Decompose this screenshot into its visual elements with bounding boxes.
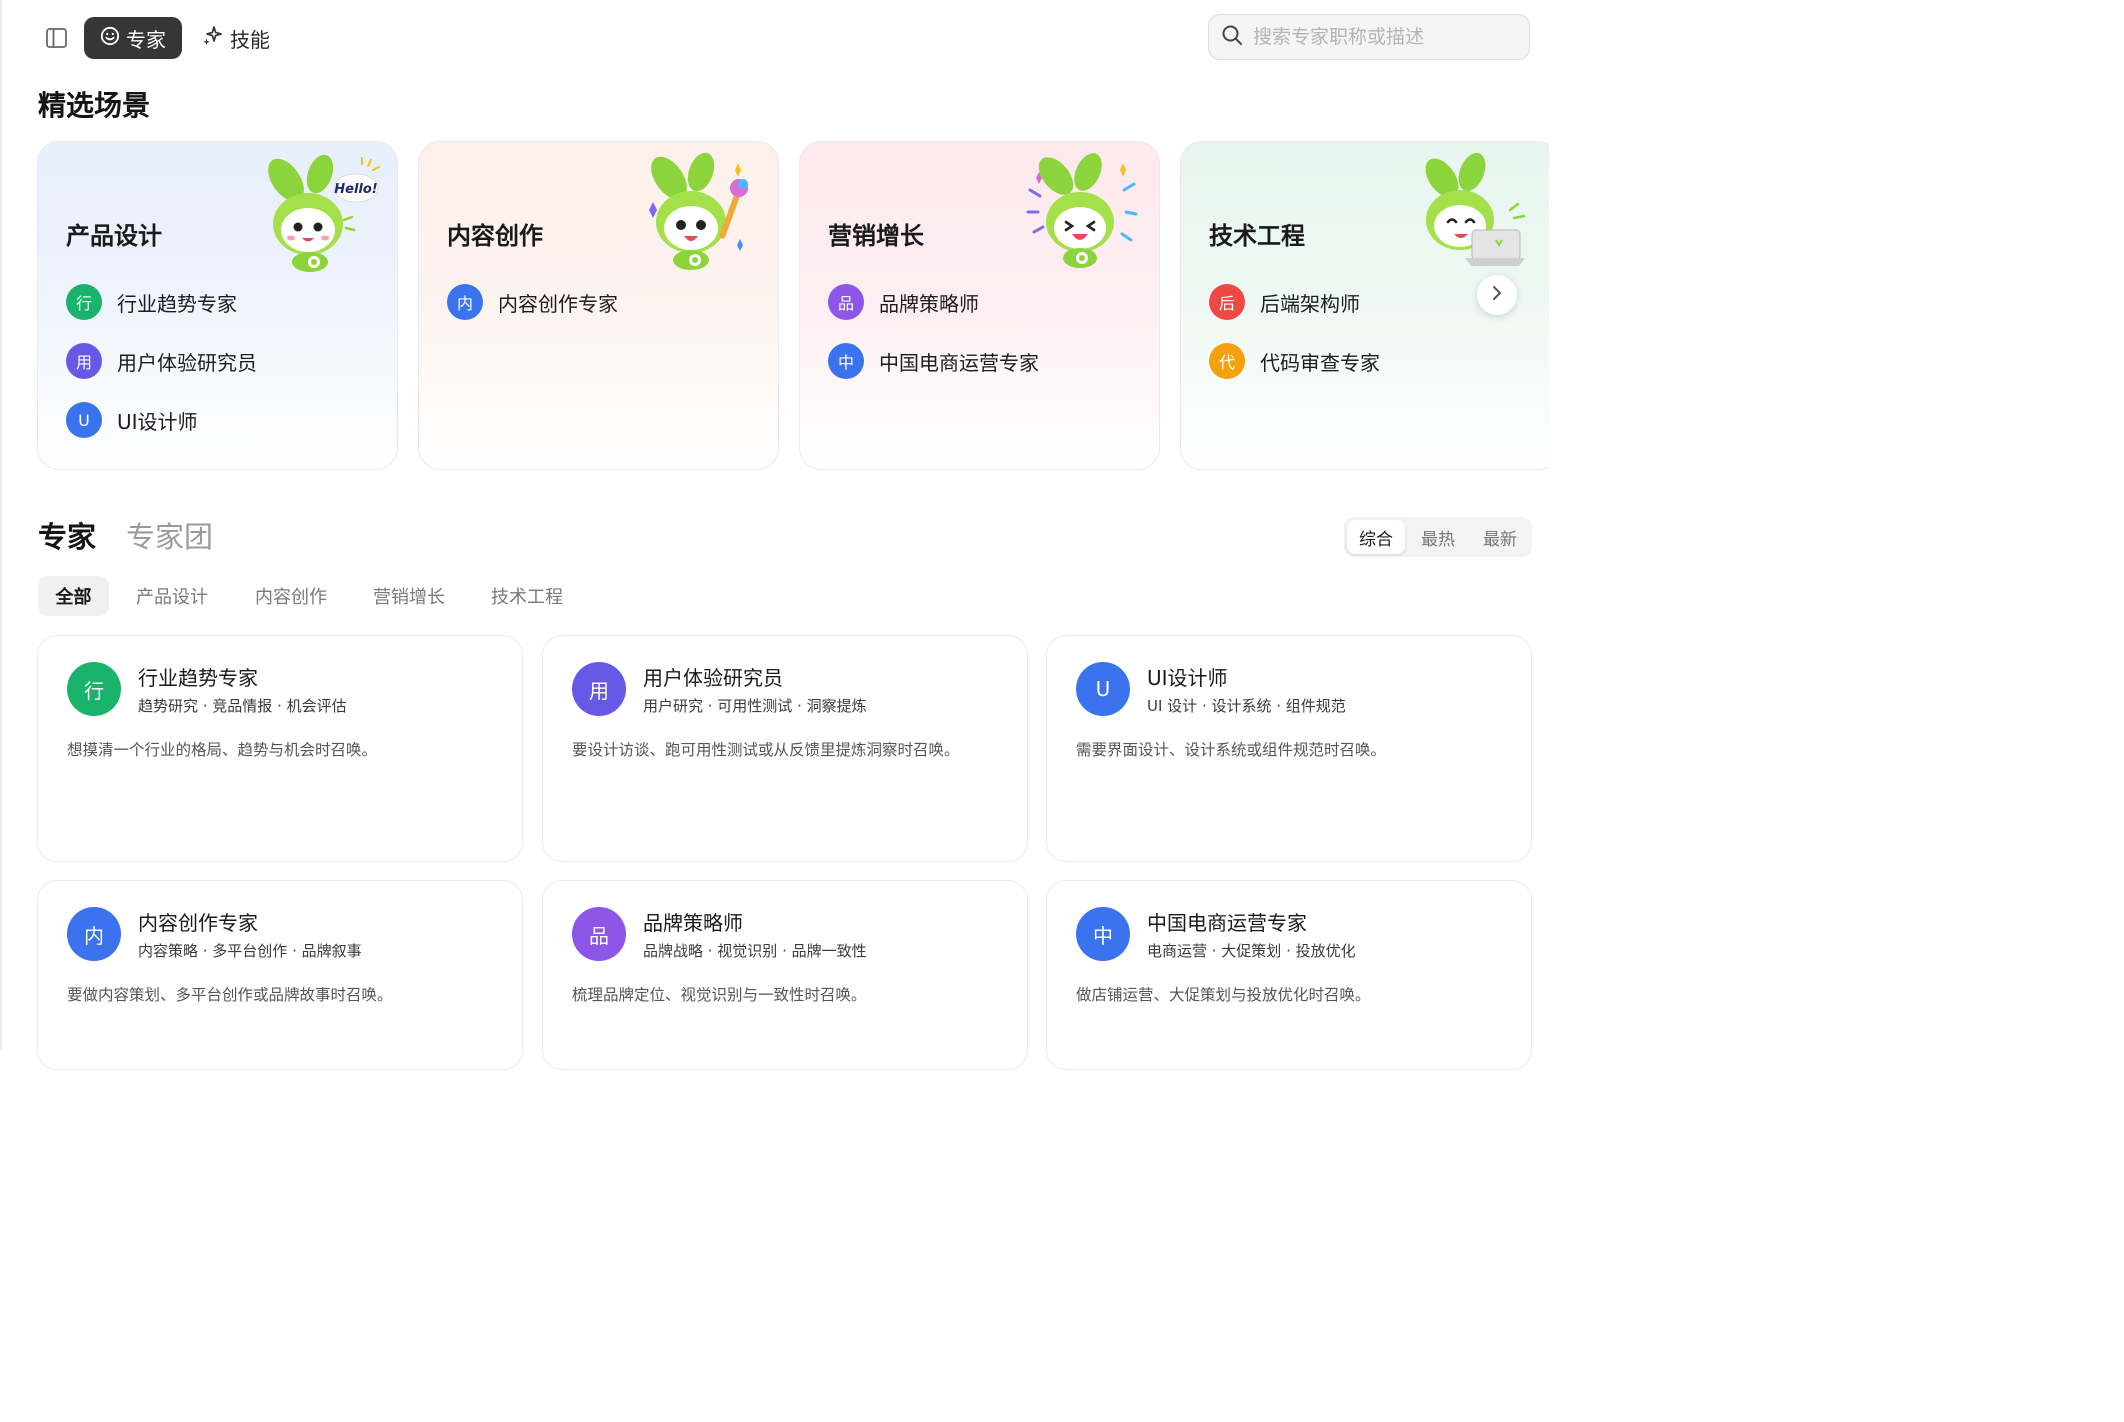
chevron-right-icon (1490, 285, 1504, 305)
tab-experts-label: 专家 (126, 27, 166, 52)
mascot-painter-illustration (649, 152, 748, 270)
sort-segmented-control: 综合 最热 最新 (1344, 517, 1532, 557)
sort-newest[interactable]: 最新 (1471, 520, 1529, 554)
avatar: U (1076, 662, 1130, 716)
avatar: 品 (828, 284, 864, 320)
featured-item-label: 后端架构师 (1260, 291, 1360, 316)
expert-name: 行业趋势专家 (138, 666, 258, 690)
expert-card-industry-trend[interactable]: 行 行业趋势专家 趋势研究 · 竞品情报 · 机会评估 想摸清一个行业的格局、趋… (37, 635, 523, 862)
expert-tags: 品牌战略 · 视觉识别 · 品牌一致性 (643, 942, 867, 960)
filter-content-creation[interactable]: 内容创作 (243, 576, 339, 616)
expert-tags: 电商运营 · 大促策划 · 投放优化 (1147, 942, 1356, 960)
expert-tags: 趋势研究 · 竞品情报 · 机会评估 (138, 697, 347, 715)
filter-tech-engineering[interactable]: 技术工程 (479, 576, 575, 616)
featured-item-backend-architect[interactable]: 后 后端架构师 (1209, 284, 1360, 320)
featured-item-code-reviewer[interactable]: 代 代码审查专家 (1209, 343, 1380, 379)
expert-name: 内容创作专家 (138, 911, 258, 935)
featured-card-content-creation[interactable]: 内容创作 内 内容创作专家 (418, 141, 779, 470)
featured-item-label: 行业趋势专家 (117, 291, 237, 316)
expert-name: 品牌策略师 (643, 911, 743, 935)
expert-tags: 用户研究 · 可用性测试 · 洞察提炼 (643, 697, 867, 715)
featured-item-label: UI设计师 (117, 409, 198, 434)
expert-name: 中国电商运营专家 (1147, 911, 1307, 935)
featured-item-ux-researcher[interactable]: 用 用户体验研究员 (66, 343, 257, 379)
tab-experts-list[interactable]: 专家 (38, 514, 96, 556)
avatar: U (66, 402, 102, 438)
expert-name: 用户体验研究员 (643, 666, 783, 690)
tab-skills[interactable]: 技能 (202, 17, 270, 59)
mascot-cheer-illustration (1026, 153, 1138, 268)
expert-description: 梳理品牌定位、视觉识别与一致性时召唤。 (572, 986, 867, 1004)
avatar: 中 (828, 343, 864, 379)
sidebar-toggle-icon[interactable] (44, 26, 70, 50)
avatar: 行 (67, 662, 121, 716)
filter-marketing-growth[interactable]: 营销增长 (361, 576, 457, 616)
filter-product-design[interactable]: 产品设计 (124, 576, 220, 616)
featured-card-title: 技术工程 (1209, 222, 1305, 250)
expert-name: UI设计师 (1147, 666, 1228, 690)
mascot-laptop-illustration (1425, 152, 1526, 266)
expert-card-ui-designer[interactable]: U UI设计师 UI 设计 · 设计系统 · 组件规范 需要界面设计、设计系统或… (1046, 635, 1532, 862)
expert-card-brand-strategist[interactable]: 品 品牌策略师 品牌战略 · 视觉识别 · 品牌一致性 梳理品牌定位、视觉识别与… (542, 880, 1028, 1070)
featured-item-ecommerce-operator[interactable]: 中 中国电商运营专家 (828, 343, 1039, 379)
featured-card-title: 内容创作 (447, 222, 543, 250)
featured-card-marketing-growth[interactable]: 营销增长 品 品牌策略师 中 中国电商运营专家 (799, 141, 1160, 470)
tab-skills-label: 技能 (230, 27, 270, 52)
expert-description: 需要界面设计、设计系统或组件规范时召唤。 (1076, 741, 1387, 759)
featured-item-brand-strategist[interactable]: 品 品牌策略师 (828, 284, 979, 320)
expert-description: 做店铺运营、大促策划与投放优化时召唤。 (1076, 986, 1371, 1004)
featured-item-label: 品牌策略师 (879, 291, 979, 316)
smiley-icon (100, 26, 120, 51)
search-input[interactable] (1251, 25, 1515, 49)
avatar: 品 (572, 907, 626, 961)
avatar: 内 (447, 284, 483, 320)
featured-item-label: 代码审查专家 (1260, 350, 1380, 375)
mascot-bubble-text: Hello! (334, 182, 378, 197)
avatar: 中 (1076, 907, 1130, 961)
avatar: 行 (66, 284, 102, 320)
avatar: 内 (67, 907, 121, 961)
featured-section-title: 精选场景 (38, 89, 151, 122)
search-icon (1221, 24, 1243, 50)
expert-tags: UI 设计 · 设计系统 · 组件规范 (1147, 697, 1346, 715)
tab-experts[interactable]: 专家 (84, 17, 182, 59)
featured-item-ui-designer[interactable]: U UI设计师 (66, 402, 198, 438)
mascot-hello-illustration: Hello! (268, 154, 380, 272)
top-bar: 专家 技能 (0, 0, 1549, 76)
expert-tags: 内容策略 · 多平台创作 · 品牌叙事 (138, 942, 362, 960)
featured-card-title: 产品设计 (66, 222, 162, 250)
avatar: 后 (1209, 284, 1245, 320)
expert-description: 要做内容策划、多平台创作或品牌故事时召唤。 (67, 986, 393, 1004)
featured-card-product-design[interactable]: 产品设计 Hello! 行 行业趋势专家 用 用户体验研究员 U UI设计师 (37, 141, 398, 470)
carousel-next-button[interactable] (1477, 275, 1517, 315)
expert-description: 想摸清一个行业的格局、趋势与机会时召唤。 (67, 741, 378, 759)
avatar: 代 (1209, 343, 1245, 379)
expert-card-ux-researcher[interactable]: 用 用户体验研究员 用户研究 · 可用性测试 · 洞察提炼 要设计访谈、跑可用性… (542, 635, 1028, 862)
featured-item-label: 中国电商运营专家 (879, 350, 1039, 375)
avatar: 用 (66, 343, 102, 379)
sort-comprehensive[interactable]: 综合 (1347, 520, 1405, 554)
expert-card-content-creator[interactable]: 内 内容创作专家 内容策略 · 多平台创作 · 品牌叙事 要做内容策划、多平台创… (37, 880, 523, 1070)
tab-expert-teams[interactable]: 专家团 (126, 514, 213, 556)
avatar: 用 (572, 662, 626, 716)
featured-item-label: 内容创作专家 (498, 291, 618, 316)
featured-item-label: 用户体验研究员 (117, 350, 257, 375)
expert-card-ecommerce-operator[interactable]: 中 中国电商运营专家 电商运营 · 大促策划 · 投放优化 做店铺运营、大促策划… (1046, 880, 1532, 1070)
expert-description: 要设计访谈、跑可用性测试或从反馈里提炼洞察时召唤。 (572, 741, 960, 759)
search-box[interactable] (1208, 14, 1530, 60)
sort-hottest[interactable]: 最热 (1409, 520, 1467, 554)
featured-card-title: 营销增长 (828, 222, 924, 250)
window-left-border (0, 0, 2, 1050)
filter-all[interactable]: 全部 (38, 576, 109, 616)
featured-carousel: 产品设计 Hello! 行 行业趋势专家 用 用户体验研究员 U UI设计师 内… (37, 141, 1549, 473)
sparkles-icon (202, 25, 224, 52)
featured-item-industry-trend[interactable]: 行 行业趋势专家 (66, 284, 237, 320)
featured-item-content-creator[interactable]: 内 内容创作专家 (447, 284, 618, 320)
